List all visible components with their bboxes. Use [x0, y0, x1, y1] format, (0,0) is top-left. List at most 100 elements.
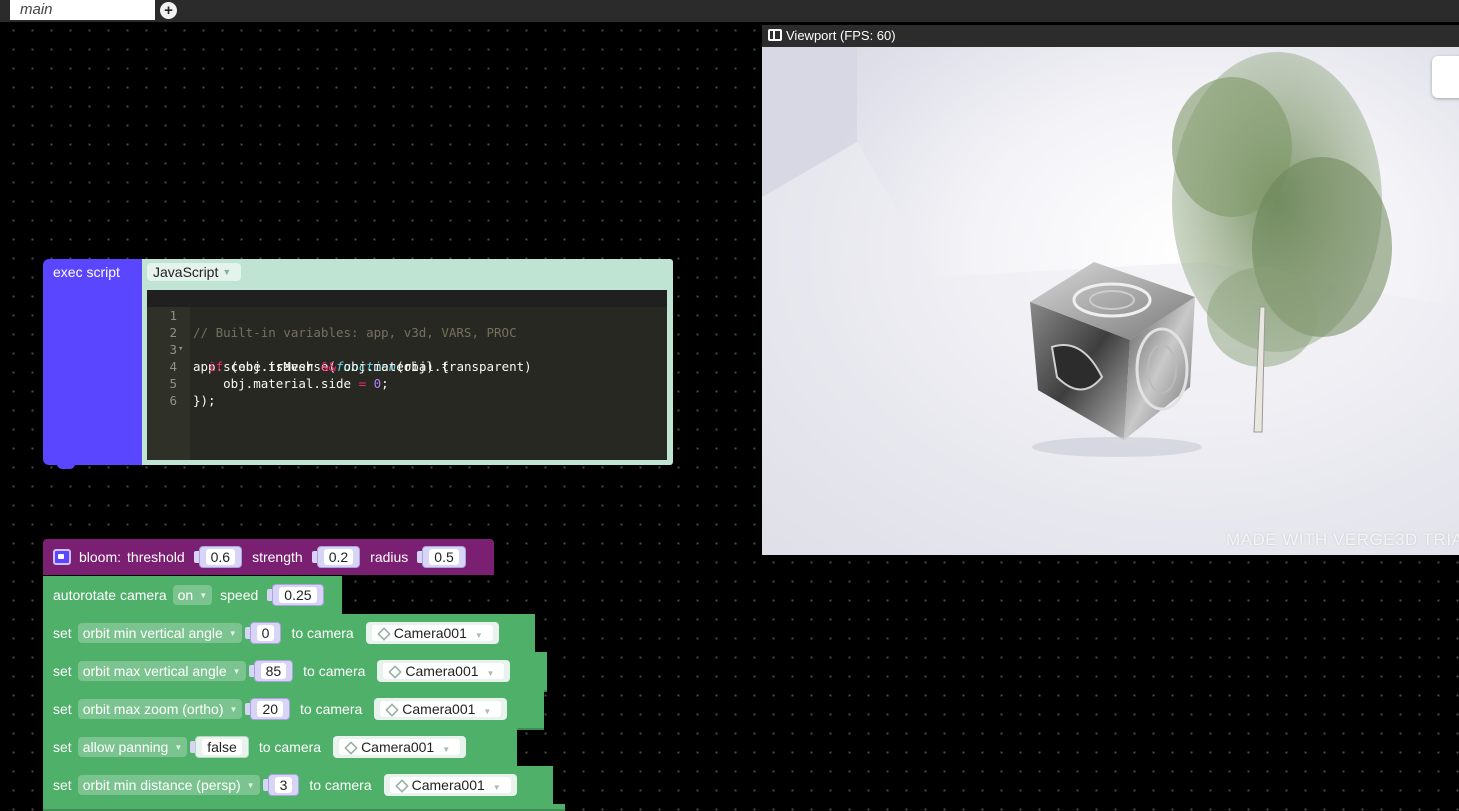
to-camera-label: to camera	[303, 663, 366, 679]
param-dropdown[interactable]: orbit max zoom (ortho) ▼	[77, 699, 243, 719]
camera-name: Camera001	[402, 701, 476, 717]
camera-dropdown[interactable]: Camera001 ▼	[365, 622, 499, 644]
autorotate-label: autorotate camera	[53, 587, 167, 603]
speed-input[interactable]: 0.25	[267, 584, 324, 606]
viewport-overlay-button[interactable]	[1432, 56, 1459, 98]
viewport-panel-icon	[768, 29, 782, 41]
camera-name: Camera001	[405, 663, 479, 679]
chevron-down-icon: ▼	[229, 704, 238, 714]
camera-dropdown[interactable]: Camera001 ▼	[377, 660, 511, 682]
value-input[interactable]: 20	[245, 698, 291, 720]
chevron-down-icon: ▼	[483, 707, 492, 716]
chevron-down-icon: ▼	[474, 631, 483, 640]
trial-watermark: MADE WITH VERGE3D TRIA	[1226, 530, 1459, 549]
camera-dropdown[interactable]: Camera001 ▼	[374, 698, 508, 720]
camera-dropdown[interactable]: Camera001 ▼	[333, 736, 467, 758]
camera-name: Camera001	[361, 739, 435, 755]
to-camera-label: to camera	[309, 777, 372, 793]
value-text: 0	[256, 625, 275, 641]
set-camera-param-block[interactable]: set orbit min distance (persp) ▼ 3 to cam…	[43, 766, 553, 806]
cube-icon	[344, 741, 358, 755]
code-editor[interactable]: 1 // Built-in variables: app, v3d, VARS,…	[147, 290, 667, 460]
radius-input[interactable]: 0.5	[417, 546, 466, 568]
set-camera-param-block[interactable]: set orbit max zoom (ortho) ▼ 20 to camera…	[43, 690, 544, 730]
threshold-label: threshold	[127, 549, 185, 565]
value-text: 85	[260, 663, 287, 679]
chevron-down-icon: ▼	[199, 590, 208, 600]
value-input[interactable]: false	[190, 736, 249, 758]
set-label: set	[53, 663, 72, 679]
chevron-down-icon: ▼	[174, 742, 183, 752]
param-value: orbit min distance (persp)	[82, 777, 241, 793]
set-camera-param-block-partial[interactable]	[43, 804, 565, 811]
add-tab-icon[interactable]: +	[160, 2, 177, 19]
value-text: 20	[257, 701, 284, 717]
chevron-down-icon: ▼	[222, 267, 232, 277]
param-value: orbit max zoom (ortho)	[82, 701, 224, 717]
autorotate-camera-block[interactable]: autorotate camera on ▼ speed 0.25	[43, 576, 342, 616]
value-text: 3	[274, 777, 293, 793]
code-line[interactable]: 1 // Built-in variables: app, v3d, VARS,…	[147, 290, 667, 340]
effect-icon	[53, 549, 71, 565]
viewport-3d-scene[interactable]	[762, 47, 1459, 555]
strength-label: strength	[252, 549, 303, 565]
code-line[interactable]: 2 ▾ app.scene.traverse(function(obj) {	[147, 307, 667, 374]
camera-name: Camera001	[411, 777, 485, 793]
speed-value: 0.25	[279, 587, 317, 603]
speed-label: speed	[220, 587, 259, 603]
code-line[interactable]: 6	[147, 375, 667, 408]
set-camera-param-block[interactable]: set allow panning ▼ false to camera Camer…	[43, 728, 517, 768]
radius-label: radius	[370, 549, 409, 565]
line-number: 6	[169, 393, 177, 408]
param-dropdown[interactable]: orbit min vertical angle ▼	[77, 623, 242, 643]
threshold-value: 0.6	[205, 549, 236, 565]
cube-icon	[394, 779, 409, 793]
viewport-header[interactable]: Viewport (FPS: 60)	[762, 25, 1459, 47]
exec-script-label: exec script	[53, 264, 120, 280]
param-dropdown[interactable]: orbit max vertical angle ▼	[77, 661, 246, 681]
value-input[interactable]: 0	[244, 622, 282, 644]
strength-input[interactable]: 0.2	[311, 546, 361, 568]
exec-script-block[interactable]	[43, 259, 145, 465]
set-label: set	[53, 777, 72, 793]
scene-render	[762, 47, 1459, 555]
chevron-down-icon: ▼	[246, 780, 255, 790]
param-dropdown[interactable]: allow panning ▼	[77, 737, 188, 757]
set-camera-param-block[interactable]: set orbit min vertical angle ▼ 0 to camer…	[43, 614, 535, 654]
set-label: set	[53, 625, 72, 641]
code-line[interactable]: 3 if (obj.isMesh && obj.material.transpa…	[147, 324, 667, 374]
code-line[interactable]: 4 obj.material.side = 0;	[147, 341, 667, 391]
set-camera-param-block[interactable]: set orbit max vertical angle ▼ 85 to came…	[43, 652, 547, 692]
threshold-input[interactable]: 0.6	[193, 546, 243, 568]
param-value: orbit max vertical angle	[82, 663, 227, 679]
camera-name: Camera001	[393, 625, 467, 641]
language-dropdown[interactable]: JavaScript ▼	[147, 263, 241, 281]
value-input[interactable]: 85	[248, 660, 294, 682]
viewport-title: Viewport (FPS: 60)	[786, 28, 896, 43]
language-label: JavaScript	[153, 264, 219, 280]
strength-value: 0.2	[323, 549, 354, 565]
chevron-down-icon: ▼	[442, 745, 451, 754]
code-text: });	[193, 393, 216, 408]
code-line[interactable]: 5 });	[147, 358, 667, 408]
to-camera-label: to camera	[300, 701, 363, 717]
set-label: set	[53, 739, 72, 755]
cube-icon	[388, 665, 403, 679]
cube-icon	[376, 627, 391, 641]
autorotate-state-dropdown[interactable]: on ▼	[172, 585, 213, 605]
radius-value: 0.5	[429, 549, 459, 565]
chevron-down-icon: ▼	[228, 628, 237, 638]
to-camera-label: to camera	[291, 625, 354, 641]
value-text: false	[202, 739, 242, 755]
set-label: set	[53, 701, 72, 717]
chevron-down-icon: ▼	[492, 783, 501, 792]
param-dropdown[interactable]: orbit min distance (persp) ▼	[77, 775, 260, 795]
value-input[interactable]: 3	[262, 774, 300, 796]
param-value: allow panning	[82, 739, 169, 755]
tab-bar: main +	[0, 0, 1459, 22]
bloom-block[interactable]: bloom: threshold 0.6 strength 0.2 radius…	[43, 539, 494, 575]
camera-dropdown[interactable]: Camera001 ▼	[383, 774, 517, 796]
autorotate-state-value: on	[177, 587, 194, 603]
tab-main[interactable]: main	[10, 0, 155, 20]
chevron-down-icon: ▼	[232, 666, 241, 676]
